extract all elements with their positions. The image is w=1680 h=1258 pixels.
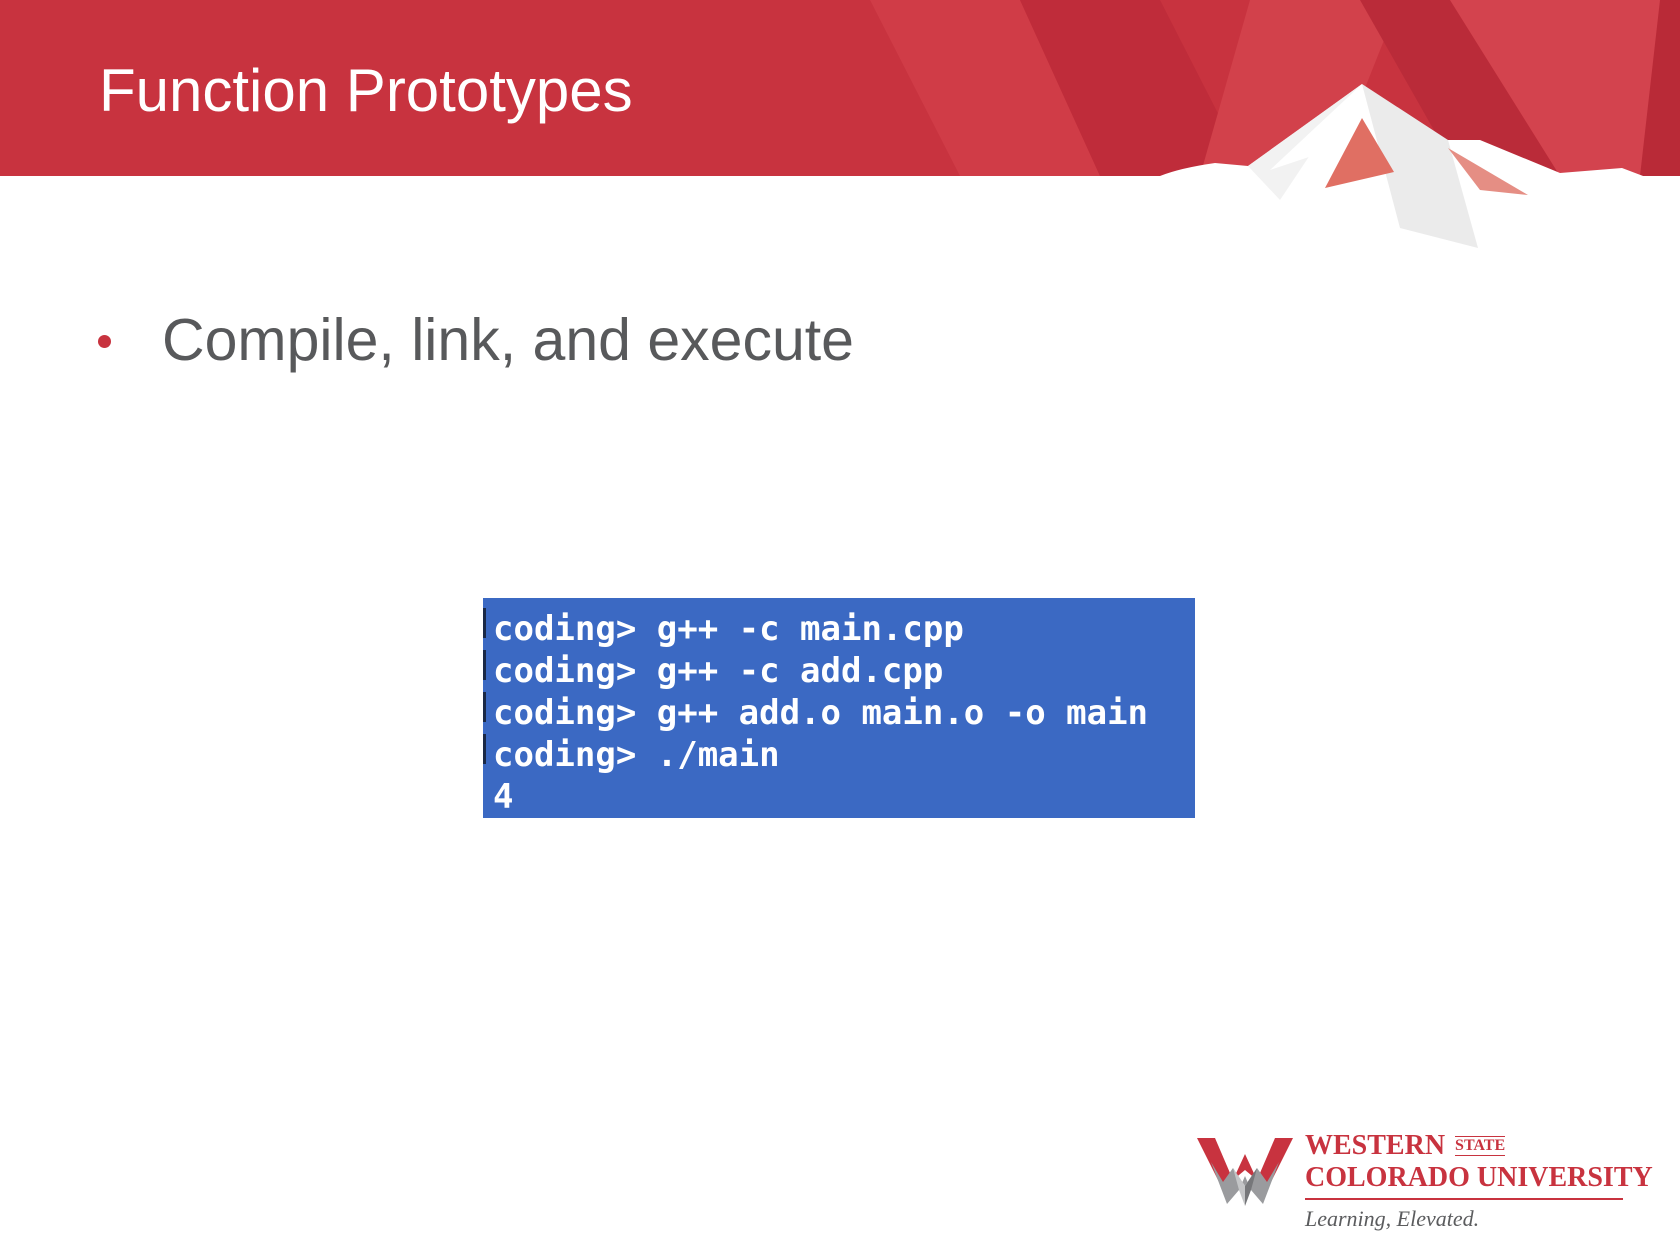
logo-word-state: STATE <box>1455 1136 1506 1156</box>
terminal-edge <box>483 608 486 773</box>
terminal-line: coding> ./main <box>493 735 780 775</box>
logo-word-western: WESTERN <box>1305 1130 1446 1161</box>
terminal-line: coding> g++ -c main.cpp <box>493 609 964 649</box>
terminal-screenshot: coding> g++ -c main.cpp coding> g++ -c a… <box>483 598 1195 818</box>
logo-tagline: Learning, Elevated. <box>1305 1206 1480 1231</box>
logo-western: WESTERN STATE <box>1305 1130 1506 1162</box>
slide-title: Function Prototypes <box>99 57 633 124</box>
bullet-text: Compile, link, and execute <box>162 307 854 373</box>
university-logo: WESTERN STATE COLORADO UNIVERSITY Learnin… <box>1197 1130 1653 1240</box>
slide: Function Prototypes Compile, link, and e… <box>0 0 1680 1258</box>
terminal-output: 4 <box>493 777 514 817</box>
bullet-item: Compile, link, and execute <box>98 300 854 380</box>
bullet-icon <box>98 334 111 348</box>
header-banner <box>0 0 1680 248</box>
logo-divider <box>1305 1198 1623 1200</box>
terminal-line: coding> g++ -c add.cpp <box>493 651 944 691</box>
w-mountain-logo-icon <box>1197 1138 1293 1206</box>
terminal-line: coding> g++ add.o main.o -o main <box>493 693 1149 733</box>
logo-colorado-university: COLORADO UNIVERSITY <box>1305 1162 1653 1193</box>
